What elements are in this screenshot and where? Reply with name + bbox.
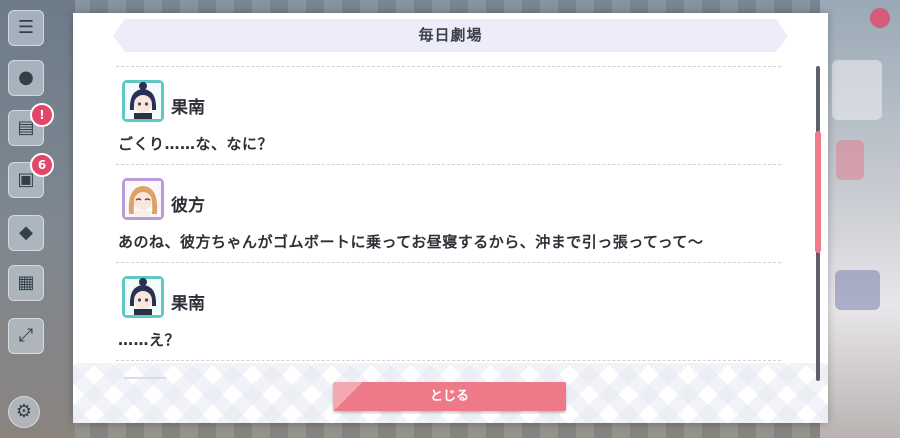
dialogue-entry-partial xyxy=(116,360,781,384)
speaker-name: 果南 xyxy=(171,294,205,314)
gift-count-badge: 6 xyxy=(30,153,54,177)
dialog-title-bar: 毎日劇場 xyxy=(113,19,788,52)
settings-icon[interactable]: ⚙ xyxy=(8,396,40,428)
kanata-avatar xyxy=(122,178,164,220)
dialog-title: 毎日劇場 xyxy=(418,26,483,44)
scrollbar-thumb[interactable] xyxy=(815,131,821,253)
right-panel-tag xyxy=(836,140,864,180)
dialogue-text: ごくり……な、なに？ xyxy=(118,135,274,153)
kanan-avatar xyxy=(122,80,164,122)
dialogue-list[interactable]: 果南 ごくり……な、なに？ 彼方 あのね、彼方ちゃんがゴムボートに乗ってお昼寝す… xyxy=(116,66,781,384)
avatar-edge xyxy=(124,377,166,379)
dialogue-text: ……え？ xyxy=(118,331,181,349)
right-panel-card xyxy=(832,60,882,120)
dialogue-entry: 彼方 あのね、彼方ちゃんがゴムボートに乗ってお昼寝するから、沖まで引っ張ってって… xyxy=(116,164,781,262)
dialogue-entry: 果南 ……え？ xyxy=(116,262,781,360)
gem-icon[interactable]: ◆ xyxy=(8,215,44,251)
chat-icon[interactable]: ● xyxy=(8,60,44,96)
dialogue-text: あのね、彼方ちゃんがゴムボートに乗ってお昼寝するから、沖まで引っ張ってって〜 xyxy=(118,233,704,251)
close-icon[interactable] xyxy=(870,8,890,28)
speaker-name: 果南 xyxy=(171,98,205,118)
speaker-name: 彼方 xyxy=(171,196,205,216)
dialogue-entry: 果南 ごくり……な、なに？ xyxy=(116,66,781,164)
menu-icon[interactable]: ☰ xyxy=(8,10,44,46)
fullscreen-icon[interactable]: ⤢ xyxy=(8,318,44,354)
daily-theater-dialog: 毎日劇場 果南 ごくり……な、なに？ 彼方 あのね、彼方ちゃんがゴムボートに乗っ… xyxy=(73,13,828,423)
notification-badge: ! xyxy=(30,103,54,127)
right-panel-button xyxy=(835,270,880,310)
close-button[interactable]: とじる xyxy=(333,382,566,411)
shop-icon[interactable]: ▦ xyxy=(8,265,44,301)
kanan-avatar xyxy=(122,276,164,318)
